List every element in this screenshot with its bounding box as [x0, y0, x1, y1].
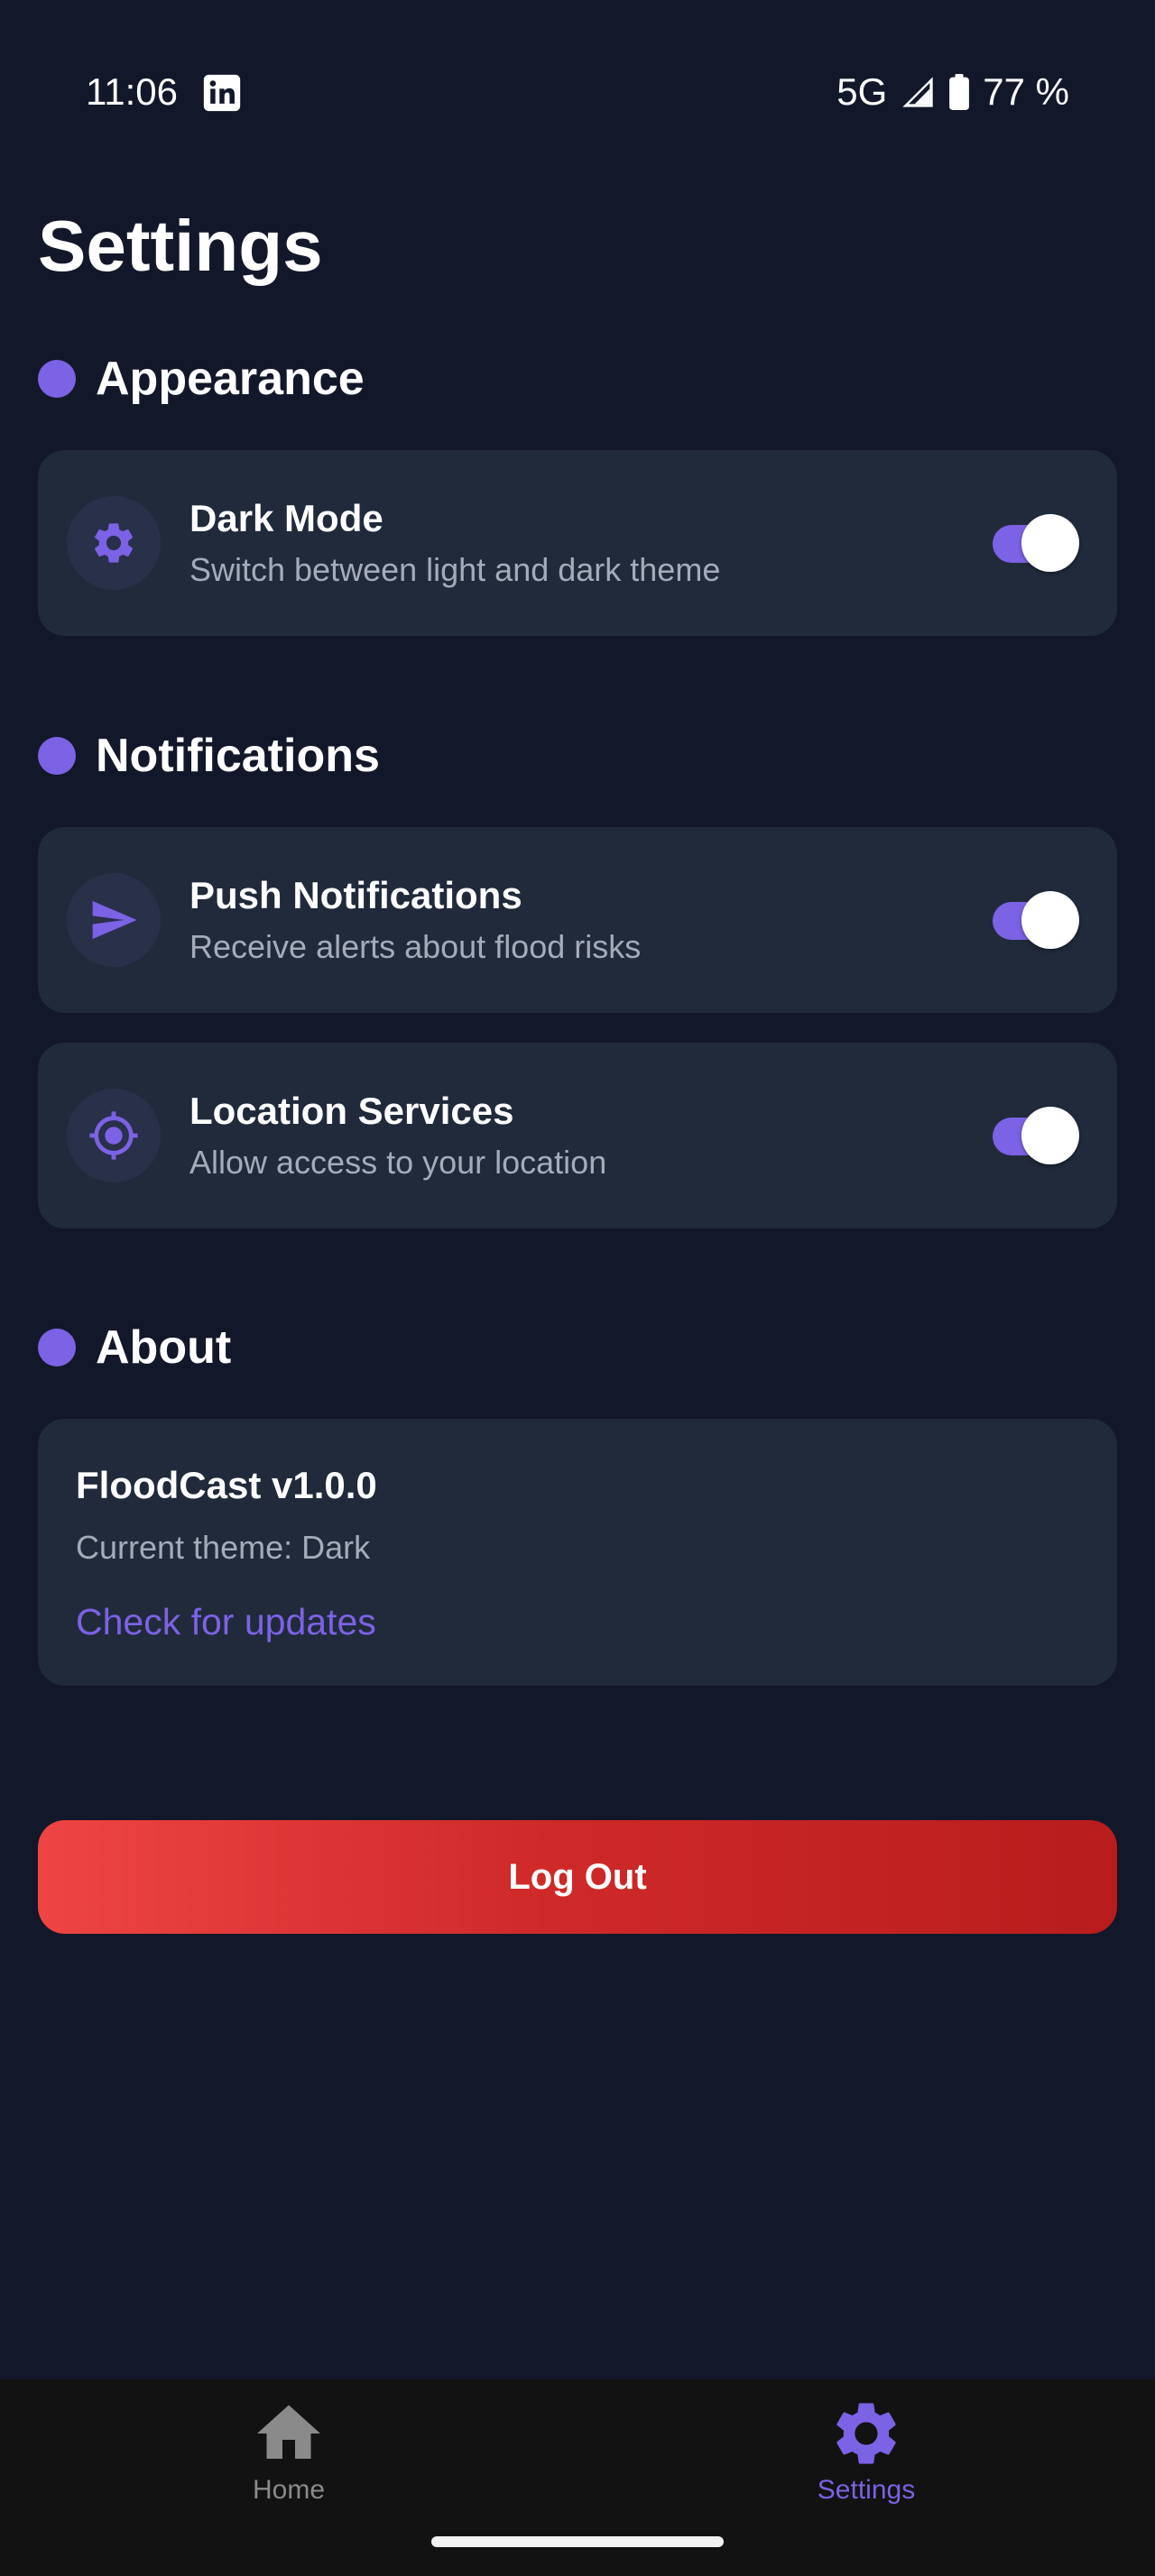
current-theme-text: Current theme: Dark: [76, 1529, 371, 1566]
signal-icon: [902, 77, 933, 107]
nav-label: Settings: [817, 2475, 916, 2505]
push-notifications-toggle[interactable]: [993, 891, 1079, 949]
status-bar: 11:06 5G 77 %: [0, 0, 1155, 185]
setting-title: Location Services: [189, 1090, 514, 1132]
app-version: FloodCast v1.0.0: [76, 1464, 377, 1506]
about-card: FloodCast v1.0.0 Current theme: Dark Che…: [38, 1419, 1117, 1686]
setting-card-push-notifications: Push Notifications Receive alerts about …: [38, 827, 1117, 1013]
toggle-thumb: [1021, 514, 1079, 572]
send-icon: [92, 901, 137, 939]
setting-description: Receive alerts about flood risks: [189, 928, 642, 965]
setting-card-dark-mode: Dark Mode Switch between light and dark …: [38, 450, 1117, 636]
logout-button[interactable]: Log Out: [38, 1820, 1117, 1934]
section-title: Notifications: [96, 730, 380, 782]
setting-description: Allow access to your location: [189, 1144, 607, 1181]
network-type: 5G: [836, 70, 888, 113]
linkedin-icon: [203, 74, 241, 112]
setting-title: Dark Mode: [189, 497, 383, 539]
toggle-thumb: [1021, 891, 1079, 949]
toggle-thumb: [1021, 1107, 1079, 1164]
dark-mode-toggle[interactable]: [993, 514, 1079, 572]
home-indicator-bar[interactable]: [431, 2536, 724, 2547]
location-target-icon: [89, 1111, 138, 1160]
section-title: About: [96, 1321, 232, 1374]
settings-screen: 11:06 5G 77 % Settings Appearance Dark M…: [0, 0, 1155, 2576]
setting-card-location-services: Location Services Allow access to your l…: [38, 1043, 1117, 1228]
nav-label: Home: [252, 2475, 326, 2505]
section-header-appearance: Appearance: [38, 352, 365, 406]
gear-icon: [836, 2403, 896, 2464]
home-icon: [257, 2405, 320, 2459]
section-header-about: About: [38, 1320, 231, 1375]
nav-item-settings[interactable]: Settings: [722, 2396, 1011, 2506]
section-dot: [38, 737, 76, 775]
location-services-toggle[interactable]: [993, 1107, 1079, 1164]
status-time: 11:06: [86, 70, 178, 113]
push-notifications-icon-container: [67, 873, 161, 967]
nav-item-home[interactable]: Home: [144, 2396, 433, 2506]
gear-icon: [94, 523, 134, 563]
section-header-notifications: Notifications: [38, 729, 380, 783]
battery-icon: [949, 74, 970, 110]
section-dot: [38, 360, 76, 398]
check-for-updates-link[interactable]: Check for updates: [76, 1601, 376, 1643]
dark-mode-icon-container: [67, 496, 161, 590]
status-indicators: 5G 77 %: [836, 70, 1069, 114]
page-title: Settings: [38, 206, 323, 286]
section-dot: [38, 1329, 76, 1366]
setting-description: Switch between light and dark theme: [189, 551, 721, 588]
location-services-icon-container: [67, 1089, 161, 1182]
section-title: Appearance: [96, 353, 365, 405]
setting-title: Push Notifications: [189, 874, 522, 916]
battery-percentage: 77 %: [983, 70, 1069, 113]
